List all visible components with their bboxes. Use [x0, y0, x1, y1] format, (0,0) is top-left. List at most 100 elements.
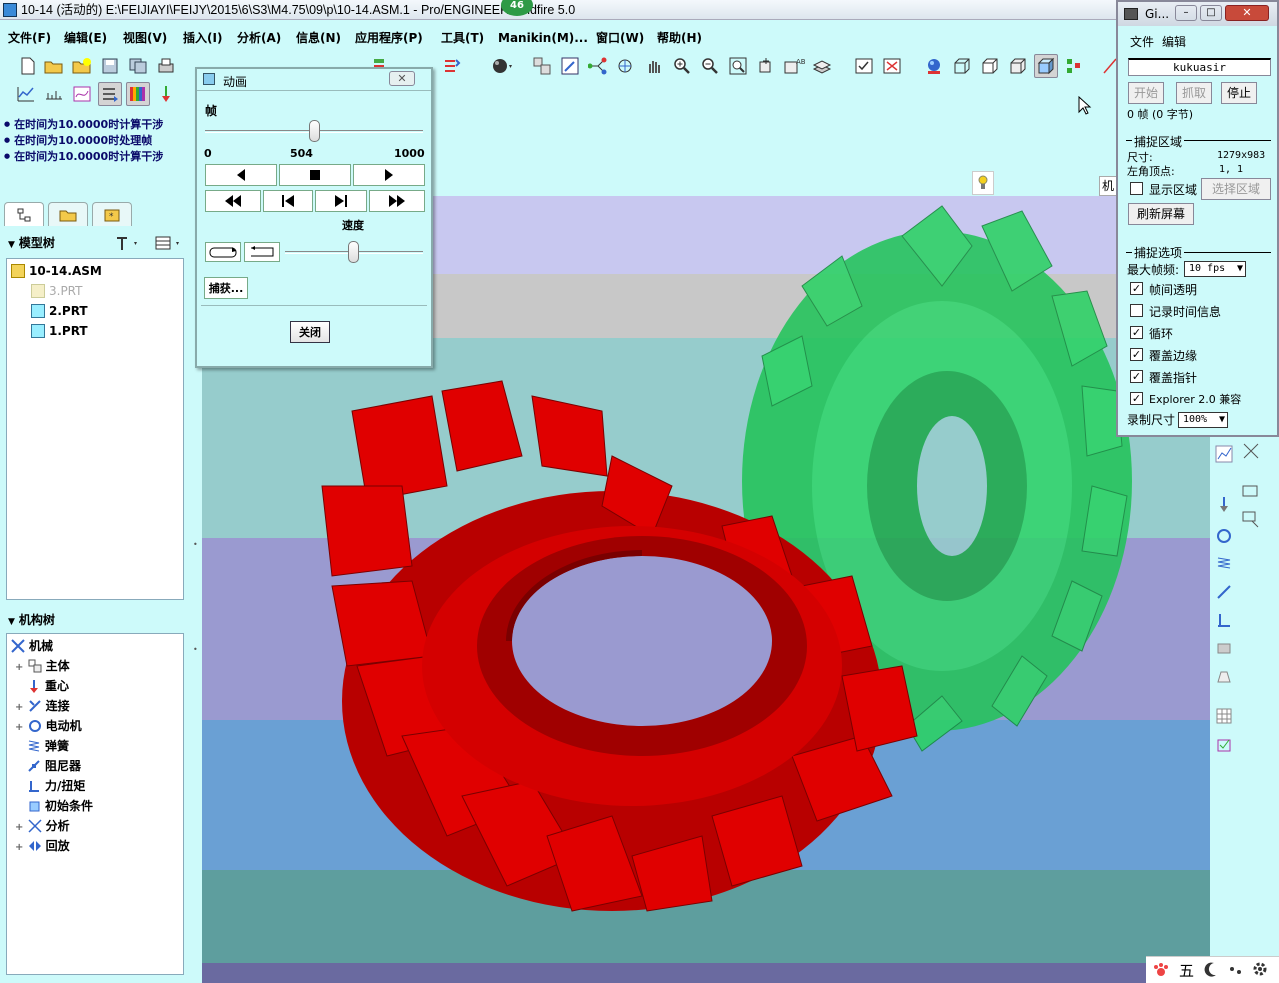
measure-icon[interactable] [42, 82, 66, 106]
camera-tool-icon[interactable] [1240, 480, 1262, 505]
damper-tool-icon[interactable] [1212, 580, 1236, 604]
new-file-icon[interactable] [16, 54, 40, 78]
mass-properties-tool-icon[interactable] [1212, 664, 1236, 688]
checkbox-transparent[interactable]: ✓ [1130, 282, 1143, 295]
moon-icon[interactable] [1204, 961, 1218, 980]
open-recent-icon[interactable] [70, 54, 94, 78]
hidden-line-icon[interactable] [978, 54, 1002, 78]
checkbox-cover-edge[interactable]: ✓ [1130, 348, 1143, 361]
collapse-caret-icon[interactable]: ▼ [8, 611, 15, 633]
mech-item-bodies[interactable]: + 主体 [15, 656, 70, 676]
tab-favorites[interactable]: * [92, 202, 132, 226]
tree-item-assembly[interactable]: 10-14.ASM [11, 261, 102, 281]
grab-button[interactable]: 抓取 [1176, 82, 1212, 104]
tree-item-part-1[interactable]: 1.PRT [31, 321, 88, 341]
deselect-icon[interactable] [880, 54, 904, 78]
refresh-screen-button[interactable]: 刷新屏幕 [1128, 203, 1194, 225]
menu-view[interactable]: 视图(V) [123, 28, 167, 48]
loop-reverse-button[interactable] [244, 242, 280, 262]
settings-gear-icon[interactable] [1252, 961, 1268, 980]
mech-item-initial-conditions[interactable]: 初始条件 [27, 796, 93, 816]
print-icon[interactable] [154, 54, 178, 78]
menu-applications[interactable]: 应用程序(P) [355, 28, 423, 48]
layers-icon[interactable] [530, 54, 554, 78]
dialog-close-icon[interactable]: ✕ [389, 71, 415, 86]
minimize-icon[interactable]: – [1175, 5, 1197, 21]
motor-tool-icon[interactable] [1212, 524, 1236, 548]
input-method-label[interactable]: 五 [1179, 960, 1194, 981]
maximize-icon[interactable]: □ [1200, 5, 1222, 21]
play-forward-button[interactable] [353, 164, 425, 186]
view-manager-icon[interactable] [558, 54, 582, 78]
dialog-title-bar[interactable]: 动画 ✕ [197, 69, 431, 91]
gif-name-field[interactable]: kukuasir [1128, 58, 1271, 76]
tree-item-part-3[interactable]: 3.PRT [31, 281, 82, 301]
pan-hand-icon[interactable] [642, 54, 666, 78]
gif-title-bar[interactable]: Gi... – □ ✕ [1118, 2, 1277, 26]
zoom-out-icon[interactable] [698, 54, 722, 78]
show-area-checkbox[interactable] [1130, 182, 1143, 195]
mech-item-playbacks[interactable]: + 回放 [15, 836, 70, 856]
punctuation-icon[interactable] [1228, 961, 1244, 980]
menu-info[interactable]: 信息(N) [296, 28, 341, 48]
layer-stack-icon[interactable] [810, 54, 834, 78]
mech-item-motors[interactable]: + 电动机 [15, 716, 82, 736]
menu-edit[interactable]: 编辑(E) [64, 28, 107, 48]
light-bulb-icon[interactable] [972, 171, 994, 195]
force-icon[interactable] [154, 82, 178, 106]
play-backward-button[interactable] [205, 164, 277, 186]
refit-icon[interactable] [726, 54, 750, 78]
open-folder-icon[interactable] [42, 54, 66, 78]
gif-menu-edit[interactable]: 编辑 [1162, 33, 1186, 50]
gif-close-icon[interactable]: ✕ [1225, 5, 1269, 21]
mech-item-springs[interactable]: 弹簧 [27, 736, 69, 756]
mechanism-tree-header[interactable]: ▼ 机构树 [4, 609, 190, 631]
rewind-button[interactable] [205, 190, 261, 212]
color-palette-icon[interactable] [126, 82, 150, 106]
splitter-handle[interactable]: • [193, 540, 198, 549]
mech-item-dampers[interactable]: 阻尼器 [27, 756, 81, 776]
menu-window[interactable]: 窗口(W) [596, 28, 644, 48]
reorient-icon[interactable] [754, 54, 778, 78]
save-copy-icon[interactable] [126, 54, 150, 78]
mech-item-analyses[interactable]: + 分析 [15, 816, 70, 836]
mech-item-forces[interactable]: 力/扭矩 [27, 776, 85, 796]
force-tool-icon[interactable] [1212, 608, 1236, 632]
splitter-handle[interactable]: • [193, 645, 198, 654]
appearance-sphere-icon[interactable] [490, 54, 514, 78]
close-button[interactable]: 关闭 [290, 321, 330, 343]
tab-model-tree[interactable] [4, 202, 44, 226]
gravity-tool-icon[interactable] [1212, 492, 1236, 516]
tree-settings-icon[interactable] [114, 234, 142, 259]
capture-button[interactable]: 捕获... [204, 277, 248, 299]
checkbox-cover-pointer[interactable]: ✓ [1130, 370, 1143, 383]
wireframe-icon[interactable] [950, 54, 974, 78]
box-tool-icon[interactable] [1240, 508, 1262, 533]
model-display-icon[interactable] [922, 54, 946, 78]
regenerate-manager-icon[interactable] [440, 54, 464, 78]
stop-record-button[interactable]: 停止 [1221, 82, 1257, 104]
step-back-button[interactable] [263, 190, 313, 212]
speed-slider-thumb[interactable] [348, 241, 359, 263]
initial-condition-tool-icon[interactable] [1212, 636, 1236, 660]
record-size-select[interactable]: 100% ▼ [1178, 412, 1228, 428]
graph-icon[interactable] [14, 82, 38, 106]
frame-slider-thumb[interactable] [308, 120, 320, 142]
loop-repeat-button[interactable] [205, 242, 241, 262]
saved-views-icon[interactable]: AB [782, 54, 806, 78]
stop-button[interactable] [279, 164, 351, 186]
mech-item-mechanism[interactable]: 机械 [11, 636, 53, 656]
no-hidden-icon[interactable] [1006, 54, 1030, 78]
zoom-in-icon[interactable] [670, 54, 694, 78]
save-icon[interactable] [98, 54, 122, 78]
mech-item-gravity[interactable]: 重心 [27, 676, 69, 696]
select-area-button[interactable]: 选择区域 [1201, 178, 1271, 200]
menu-tools[interactable]: 工具(T) [441, 28, 484, 48]
datum-display-icon[interactable] [1062, 54, 1086, 78]
menu-insert[interactable]: 插入(I) [183, 28, 222, 48]
menu-analysis[interactable]: 分析(A) [237, 28, 281, 48]
checkbox-loop[interactable]: ✓ [1130, 326, 1143, 339]
spin-center-icon[interactable] [614, 54, 638, 78]
playback-icon[interactable] [98, 82, 122, 106]
datum-axis-icon[interactable] [586, 54, 610, 78]
